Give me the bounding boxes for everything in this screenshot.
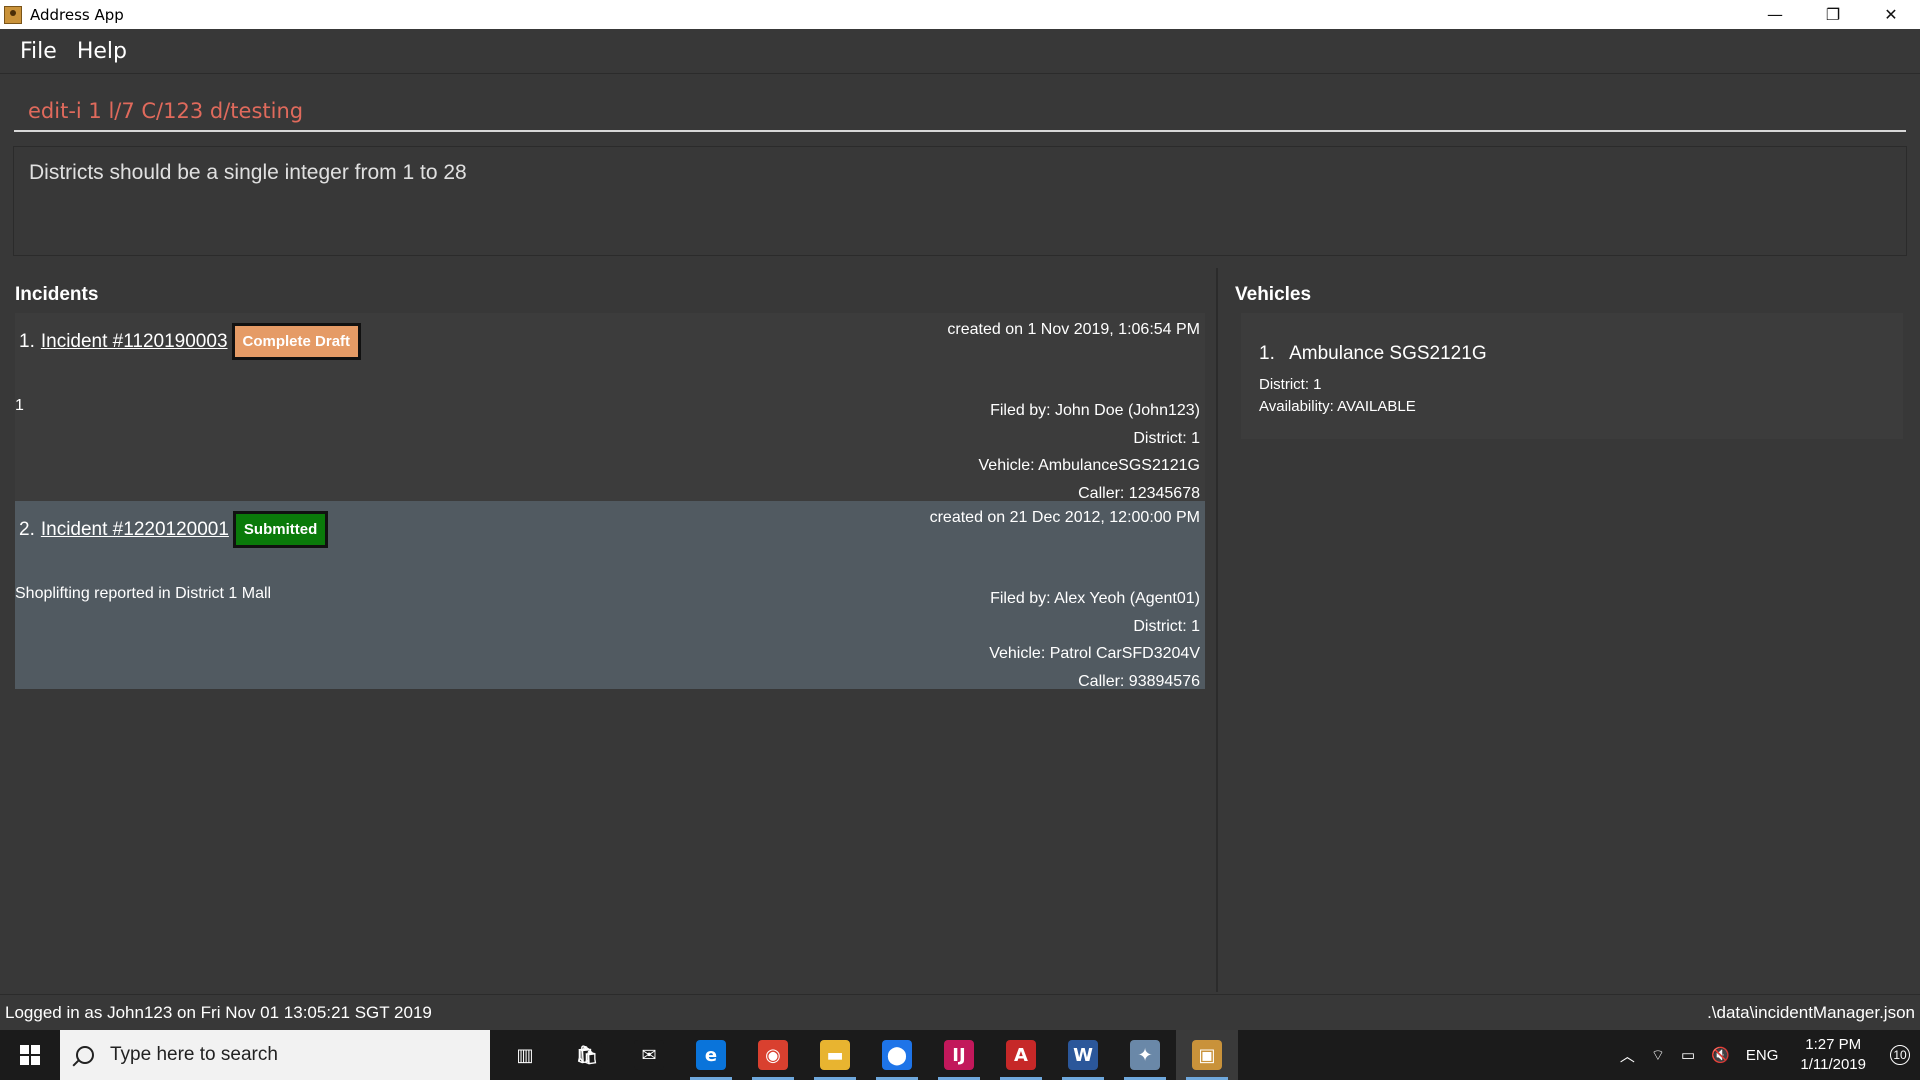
address-book-icon — [4, 5, 22, 24]
incident-vehicle: Vehicle: Patrol CarSFD3204V — [989, 645, 1200, 662]
notification-center-icon[interactable]: 10 — [1880, 1030, 1920, 1080]
status-badge: Complete Draft — [231, 323, 362, 360]
chrome-icon-glyph: ◉ — [758, 1040, 788, 1070]
pinned-apps: ▥ 🛍 ✉ e ◉ ▬ ⬤ IJ A W ✦ ▣ — [494, 1030, 1238, 1080]
acrobat-icon[interactable]: A — [990, 1030, 1052, 1080]
intellij-icon[interactable]: IJ — [928, 1030, 990, 1080]
battery-icon[interactable]: ▭ — [1681, 1046, 1695, 1064]
menu-bar: File Help — [0, 29, 1920, 73]
store-icon-glyph: 🛍 — [572, 1040, 602, 1070]
acrobat-icon-glyph: A — [1006, 1040, 1036, 1070]
chrome-icon[interactable]: ◉ — [742, 1030, 804, 1080]
language-indicator[interactable]: ENG — [1746, 1047, 1779, 1064]
title-bar: Address App — ❐ ✕ — [0, 0, 1920, 29]
vehicle-list-panel: Vehicles 1. Ambulance SGS2121G District:… — [1222, 268, 1918, 992]
address-app-icon-glyph: ▣ — [1192, 1040, 1222, 1070]
minimize-button[interactable]: — — [1746, 0, 1804, 29]
incident-filed-by: Filed by: John Doe (John123) — [990, 402, 1200, 419]
vehicle-title-row: 1. Ambulance SGS2121G — [1259, 343, 1487, 365]
window-title: Address App — [30, 5, 124, 24]
vehicle-card[interactable]: 1. Ambulance SGS2121G District: 1 Availa… — [1241, 313, 1903, 439]
incident-caller: Caller: 93894576 — [1078, 672, 1200, 690]
vehicle-name: Ambulance SGS2121G — [1289, 343, 1487, 364]
incident-index: 2. — [19, 518, 35, 540]
incident-meta: Filed by: Alex Yeoh (Agent01) District: … — [989, 585, 1200, 695]
result-display: Districts should be a single integer fro… — [13, 146, 1907, 256]
maps-icon-glyph: ⬤ — [882, 1040, 912, 1070]
start-button[interactable] — [0, 1030, 60, 1080]
incident-card[interactable]: 1. Incident #1120190003 Complete Draft c… — [15, 313, 1205, 502]
vehicles-header: Vehicles — [1235, 284, 1312, 305]
taskbar-search-box[interactable]: Type here to search — [60, 1030, 490, 1080]
address-app-icon[interactable]: ▣ — [1176, 1030, 1238, 1080]
incident-district: District: 1 — [1133, 429, 1200, 447]
file-explorer-icon[interactable]: ▬ — [804, 1030, 866, 1080]
clock[interactable]: 1:27 PM 1/11/2019 — [1800, 1035, 1866, 1075]
save-location: .\data\incidentManager.json — [1707, 1003, 1915, 1022]
clock-date: 1/11/2019 — [1800, 1056, 1866, 1073]
search-placeholder: Type here to search — [110, 1044, 278, 1065]
notification-count: 10 — [1890, 1045, 1910, 1065]
edge-icon-glyph: e — [696, 1040, 726, 1070]
incident-district: District: 1 — [1133, 617, 1200, 635]
intellij-icon-glyph: IJ — [944, 1040, 974, 1070]
incident-list-panel: Incidents 1. Incident #1120190003 Comple… — [2, 268, 1218, 992]
incident-id-link[interactable]: Incident #1120190003 — [41, 331, 228, 353]
app-window: Address App — ❐ ✕ File Help Districts sh… — [0, 0, 1920, 1080]
incident-meta: Filed by: John Doe (John123) District: 1… — [979, 397, 1200, 507]
vehicle-availability: Availability: AVAILABLE — [1259, 398, 1416, 415]
mail-icon[interactable]: ✉ — [618, 1030, 680, 1080]
login-status: Logged in as John123 on Fri Nov 01 13:05… — [5, 1003, 432, 1022]
status-badge: Submitted — [232, 511, 329, 548]
task-view-icon[interactable]: ▥ — [494, 1030, 556, 1080]
incident-id-link[interactable]: Incident #1220120001 — [41, 519, 229, 541]
incident-index: 1. — [19, 330, 35, 352]
eclipse-icon[interactable]: ✦ — [1114, 1030, 1176, 1080]
incident-created: created on 1 Nov 2019, 1:06:54 PM — [947, 321, 1200, 338]
wifi-icon[interactable]: ⌔ — [1651, 1046, 1665, 1065]
volume-muted-icon[interactable]: 🔇 — [1711, 1046, 1730, 1064]
vehicle-index: 1. — [1259, 343, 1275, 364]
menu-file[interactable]: File — [10, 39, 67, 64]
incident-filed-by: Filed by: Alex Yeoh (Agent01) — [990, 590, 1200, 607]
incident-card-selected[interactable]: 2. Incident #1220120001 Submitted create… — [15, 501, 1205, 690]
eclipse-icon-glyph: ✦ — [1130, 1040, 1160, 1070]
restore-button[interactable]: ❐ — [1804, 0, 1862, 29]
vehicle-district: District: 1 — [1259, 376, 1322, 393]
word-icon[interactable]: W — [1052, 1030, 1114, 1080]
file-explorer-icon-glyph: ▬ — [820, 1040, 850, 1070]
command-input[interactable] — [14, 92, 1906, 132]
incident-title-row: 1. Incident #1120190003 Complete Draft — [19, 323, 362, 360]
result-message: Districts should be a single integer fro… — [29, 161, 467, 184]
edge-icon[interactable]: e — [680, 1030, 742, 1080]
windows-logo-icon — [20, 1045, 40, 1065]
command-box — [0, 73, 1920, 143]
chevron-up-icon[interactable]: ︿ — [1620, 1045, 1635, 1066]
maps-icon[interactable]: ⬤ — [866, 1030, 928, 1080]
incident-description: 1 — [15, 397, 24, 414]
close-button[interactable]: ✕ — [1862, 0, 1920, 29]
incident-title-row: 2. Incident #1220120001 Submitted — [19, 511, 329, 548]
clock-time: 1:27 PM — [1805, 1036, 1862, 1053]
menu-help[interactable]: Help — [67, 39, 137, 64]
incident-created: created on 21 Dec 2012, 12:00:00 PM — [929, 509, 1200, 526]
task-view-icon-glyph: ▥ — [510, 1040, 540, 1070]
window-controls: — ❐ ✕ — [1746, 0, 1920, 29]
word-icon-glyph: W — [1068, 1040, 1098, 1070]
incident-description: Shoplifting reported in District 1 Mall — [15, 585, 272, 602]
store-icon[interactable]: 🛍 — [556, 1030, 618, 1080]
system-tray: ︿ ⌔ ▭ 🔇 ENG 1:27 PM 1/11/2019 10 — [1612, 1030, 1920, 1080]
windows-taskbar: Type here to search ▥ 🛍 ✉ e ◉ ▬ ⬤ IJ A W ✦ ▣ ︿ ⌔ ▭ … — [0, 1030, 1920, 1080]
status-bar: Logged in as John123 on Fri Nov 01 13:05… — [0, 994, 1920, 1030]
mail-icon-glyph: ✉ — [634, 1040, 664, 1070]
incident-vehicle: Vehicle: AmbulanceSGS2121G — [978, 457, 1200, 474]
incidents-header: Incidents — [15, 284, 99, 305]
search-icon — [76, 1046, 94, 1064]
